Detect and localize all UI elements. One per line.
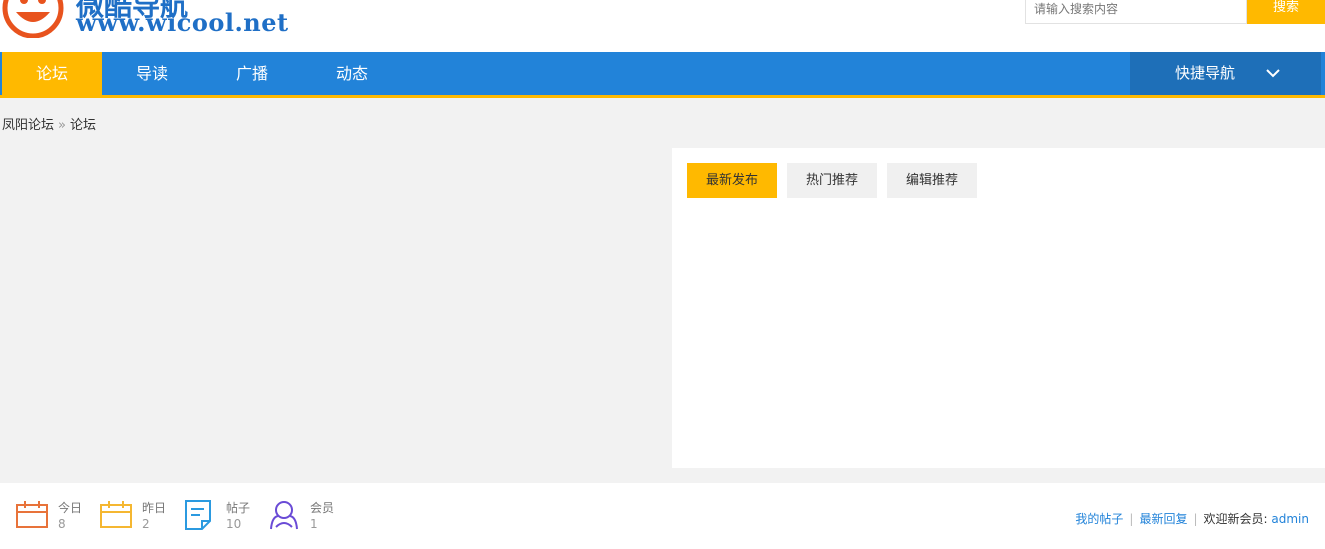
stat-members-value: 1 bbox=[310, 517, 318, 531]
nav-item-activity[interactable]: 动态 bbox=[302, 52, 402, 95]
search-button[interactable]: 搜索 bbox=[1247, 0, 1325, 24]
tab-hot[interactable]: 热门推荐 bbox=[787, 163, 877, 198]
members-icon bbox=[270, 501, 298, 530]
stat-members-label: 会员 bbox=[310, 501, 335, 515]
tab-editor-picks[interactable]: 编辑推荐 bbox=[887, 163, 977, 198]
nav-item-guide[interactable]: 导读 bbox=[102, 52, 202, 95]
breadcrumb-home-link[interactable]: 凤阳论坛 bbox=[2, 118, 54, 133]
smiley-logo-icon bbox=[2, 0, 64, 38]
latest-replies-link[interactable]: 最新回复 bbox=[1139, 512, 1187, 526]
document-icon bbox=[185, 500, 211, 530]
nav-item-forum[interactable]: 论坛 bbox=[2, 52, 102, 95]
new-member-link[interactable]: admin bbox=[1271, 512, 1309, 526]
tab-latest[interactable]: 最新发布 bbox=[687, 163, 777, 198]
quick-nav-label: 快捷导航 bbox=[1175, 64, 1236, 82]
stat-yesterday-label: 昨日 bbox=[142, 501, 167, 515]
header: 微酷导航 www.wicool.net 请输入搜索内容 搜索 bbox=[0, 0, 1325, 52]
divider: | bbox=[1193, 512, 1198, 526]
stat-posts-value: 10 bbox=[226, 517, 242, 531]
chevron-down-icon bbox=[1266, 69, 1280, 78]
my-posts-link[interactable]: 我的帖子 bbox=[1075, 512, 1123, 526]
breadcrumb-current[interactable]: 论坛 bbox=[70, 118, 96, 133]
stat-today-label: 今日 bbox=[58, 501, 83, 515]
logo-url-text: www.wicool.net bbox=[76, 8, 289, 37]
breadcrumb: 凤阳论坛 » 论坛 bbox=[2, 114, 96, 133]
nav-item-broadcast[interactable]: 广播 bbox=[202, 52, 302, 95]
footer-links: 我的帖子 | 最新回复 | 欢迎新会员: admin bbox=[1075, 510, 1309, 527]
breadcrumb-separator: » bbox=[58, 118, 66, 133]
posts-panel: 最新发布 热门推荐 编辑推荐 bbox=[672, 148, 1325, 468]
calendar-yesterday-icon bbox=[100, 501, 132, 528]
stat-posts-label: 帖子 bbox=[226, 501, 251, 515]
welcome-text: 欢迎新会员: bbox=[1203, 512, 1268, 526]
divider: | bbox=[1129, 512, 1134, 526]
stat-today-value: 8 bbox=[58, 517, 66, 531]
search-input[interactable]: 请输入搜索内容 bbox=[1025, 0, 1247, 24]
stats-footer: 今日 8 昨日 2 帖子 10 会员 1 我的帖子 | 最新回复 | 欢迎新会员… bbox=[0, 483, 1325, 549]
main-nav: 论坛 导读 广播 动态 快捷导航 bbox=[0, 52, 1325, 98]
site-logo[interactable]: 微酷导航 www.wicool.net bbox=[0, 0, 300, 42]
stat-yesterday-value: 2 bbox=[142, 517, 150, 531]
calendar-today-icon bbox=[16, 501, 48, 528]
quick-nav-button[interactable]: 快捷导航 bbox=[1130, 52, 1321, 95]
